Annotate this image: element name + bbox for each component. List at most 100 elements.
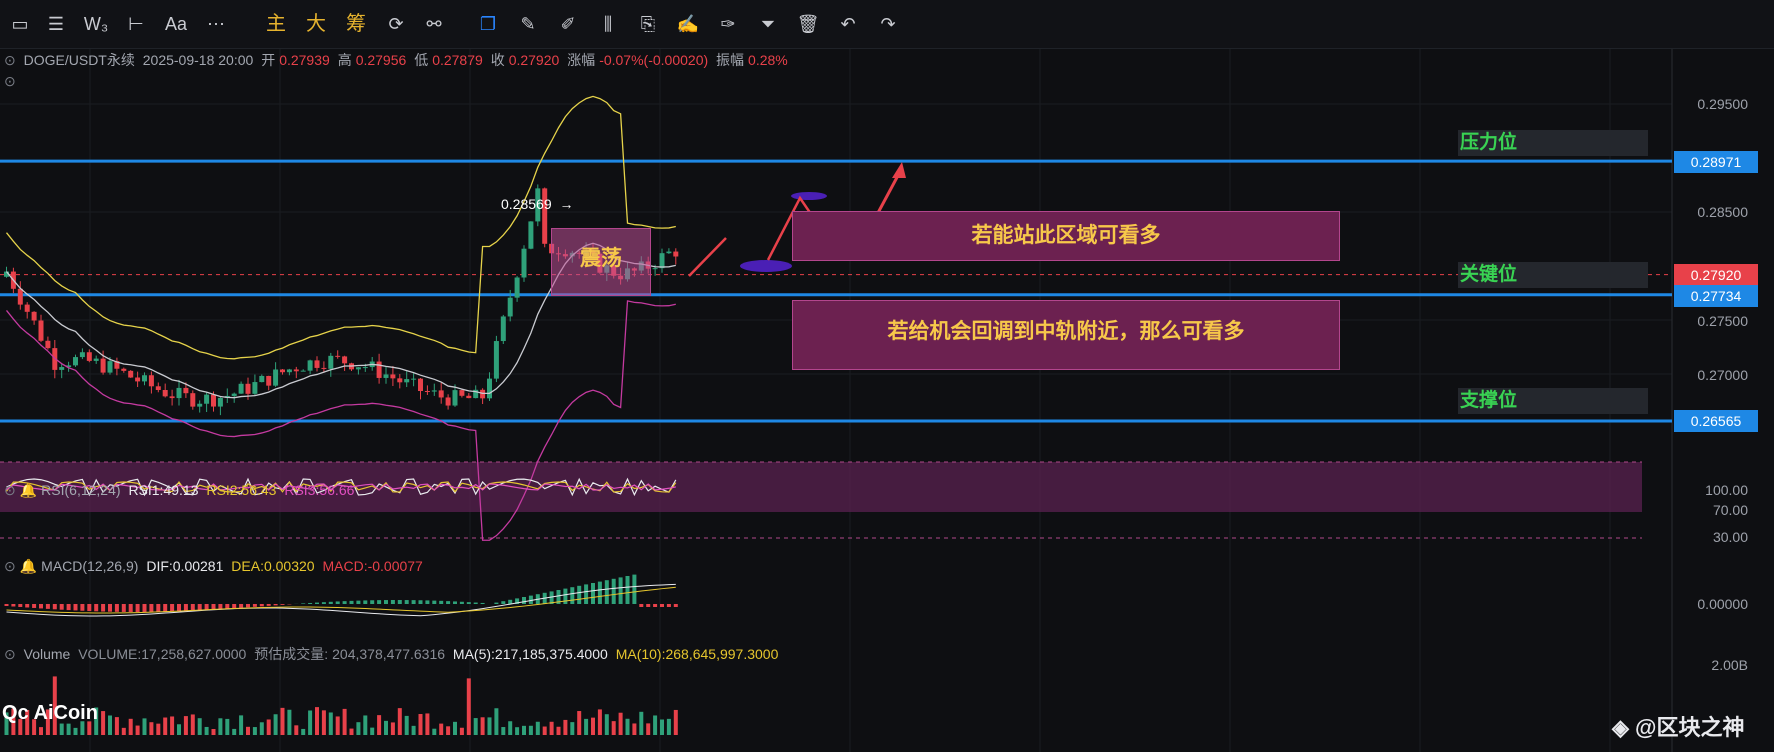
volume-bar <box>577 711 582 735</box>
candle <box>383 374 389 378</box>
filter-icon[interactable]: ⏷ <box>752 8 784 40</box>
macd-bar <box>591 583 595 604</box>
macd-bar <box>432 600 437 604</box>
volume-bar <box>114 717 119 735</box>
candle <box>24 304 30 312</box>
chart-tools-icon[interactable]: ⚯ <box>418 8 450 40</box>
sync-icon[interactable]: ⟳ <box>380 8 412 40</box>
macd-bar <box>439 600 444 604</box>
macd-bar <box>204 604 209 610</box>
macd-label[interactable]: MACD(12,26,9) <box>41 558 138 574</box>
candle <box>238 383 244 394</box>
volume-label[interactable]: Volume <box>24 646 71 662</box>
amp-value: 0.28% <box>748 52 788 68</box>
volume-bar <box>183 716 188 735</box>
pullback-zone-box[interactable]: 若给机会回调到中轨附近，那么可看多 <box>792 300 1340 370</box>
toolbar: ▭ ☰ W₃ ⊢ Aa ⋯ 主大筹 ⟳ ⚯ ❐ ✎ ✐ ⫼ ⎘ ✍ ✑ ⏷ 🗑 ↶ ↷ <box>0 0 1774 49</box>
candle <box>176 387 182 399</box>
large-button[interactable]: 大 <box>300 8 332 40</box>
candle <box>500 316 506 342</box>
volume-bar <box>128 718 133 735</box>
volume-bar <box>446 726 451 735</box>
close-value: 0.27920 <box>508 52 560 68</box>
volume-bar <box>660 719 664 735</box>
collapse-icon[interactable]: ⊙ <box>4 558 16 574</box>
resistance-zone-label: 压力位 <box>1458 130 1648 156</box>
candle <box>507 297 513 317</box>
candle <box>38 320 44 341</box>
macd-value: MACD:-0.00077 <box>322 558 423 574</box>
rsi-label[interactable]: RSI(6,12,24) <box>41 482 120 498</box>
volume-bar <box>59 723 64 735</box>
redo-icon[interactable]: ↷ <box>872 8 904 40</box>
macd-bar <box>94 604 99 612</box>
collapse-icon[interactable]: ⊙ <box>4 52 16 68</box>
macd-bar <box>163 604 168 612</box>
undo-icon[interactable]: ↶ <box>832 8 864 40</box>
volume-bar <box>108 715 112 735</box>
candle <box>411 378 417 380</box>
ruler-icon[interactable]: ✎ <box>512 8 544 40</box>
candle <box>452 390 458 406</box>
candle <box>286 369 292 373</box>
volume-bar <box>149 722 154 735</box>
candle <box>142 375 147 382</box>
candle <box>273 369 279 386</box>
chips-button[interactable]: 筹 <box>340 8 372 40</box>
wave-tool-icon[interactable]: W₃ <box>80 8 112 40</box>
candle <box>335 355 341 357</box>
volume-bar <box>315 707 319 735</box>
macd-bar <box>4 604 9 606</box>
rectangle-tool-icon[interactable]: ▭ <box>4 8 36 40</box>
menu-icon[interactable]: ☰ <box>40 8 72 40</box>
more-icon[interactable]: ⋯ <box>200 8 232 40</box>
collapse-icon[interactable]: ⊙ <box>4 482 16 498</box>
volume-bar <box>349 728 354 735</box>
brush-icon[interactable]: ✐ <box>552 8 584 40</box>
volume-bar <box>218 718 223 735</box>
consolidation-box[interactable]: 震荡 <box>551 228 651 296</box>
macd-bar <box>321 602 326 604</box>
volume-bar <box>597 709 602 735</box>
volume-bar <box>225 718 230 735</box>
macd-bar <box>342 601 347 604</box>
expand-icon[interactable]: ⊙ <box>4 73 16 90</box>
volume-bar <box>239 715 244 735</box>
macd-bar <box>349 600 354 604</box>
macd-bar <box>259 604 264 607</box>
close-label: 收 <box>490 52 505 68</box>
horizontal-line-icon[interactable]: ⊢ <box>120 8 152 40</box>
candle <box>466 395 472 399</box>
macd-bar <box>397 600 402 604</box>
high-marker-label: 0.28569 → <box>501 196 574 212</box>
edit-icon[interactable]: ✍ <box>672 8 704 40</box>
candle <box>418 378 423 392</box>
volume-bar <box>177 724 181 735</box>
macd-bar <box>639 604 644 607</box>
macd-bar <box>266 604 271 606</box>
symbol-label[interactable]: DOGE/USDT永续 <box>24 52 135 68</box>
macd-bar <box>87 604 92 612</box>
candle <box>266 375 272 386</box>
candle-icon[interactable]: ⫼ <box>592 8 624 40</box>
copy-icon[interactable]: ❐ <box>472 8 504 40</box>
candle <box>197 403 203 407</box>
diamond-logo-icon: ◈ <box>1612 715 1629 740</box>
macd-bar <box>370 600 375 604</box>
est-volume-label: 预估成交量: <box>254 646 329 662</box>
trash-icon[interactable]: 🗑 <box>792 8 824 40</box>
collapse-icon[interactable]: ⊙ <box>4 646 16 662</box>
macd-bar <box>183 604 188 611</box>
main-indicator-button[interactable]: 主 <box>260 8 292 40</box>
bull-zone-box[interactable]: 若能站此区域可看多 <box>792 211 1340 261</box>
price-tick: 0.29500 <box>1697 96 1748 112</box>
bell-icon[interactable]: 🔔 <box>20 482 37 498</box>
draw-icon[interactable]: ✑ <box>712 8 744 40</box>
clipboard-icon[interactable]: ⎘ <box>632 8 664 40</box>
support-zone-label: 支撑位 <box>1458 388 1648 414</box>
macd-bar <box>66 604 71 611</box>
text-tool-icon[interactable]: Aa <box>160 8 192 40</box>
price-tick: 0.28500 <box>1697 204 1748 220</box>
candle <box>424 391 430 393</box>
bell-icon[interactable]: 🔔 <box>20 558 37 574</box>
